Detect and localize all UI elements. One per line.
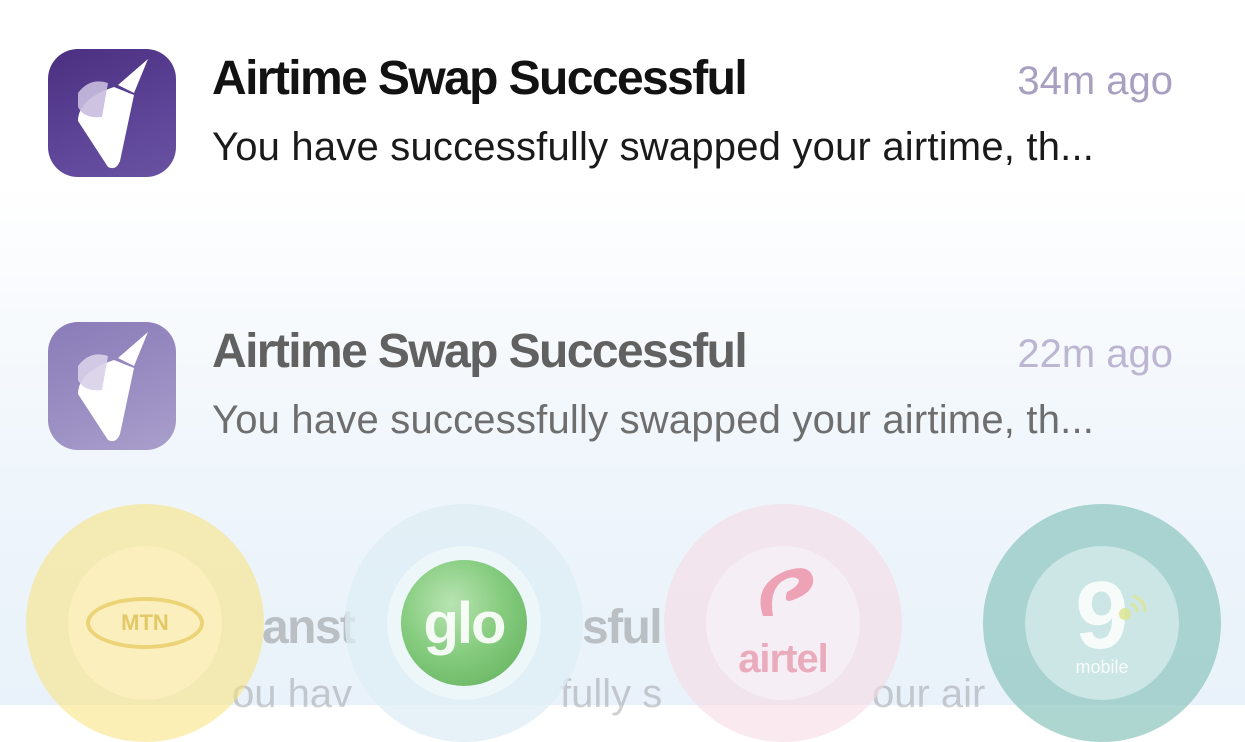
- mtn-logo-text: MTN: [86, 597, 204, 649]
- notification-title: Airtime Swap Successful: [212, 325, 748, 378]
- glo-logo-icon: glo: [387, 546, 541, 700]
- notification-title: Airtime Swap Successful: [212, 52, 748, 105]
- faded-title-fragment: anst: [262, 601, 356, 654]
- notification-body: You have successfully swapped your airti…: [212, 125, 1095, 169]
- 9mobile-logo-icon: 9 mobile: [1025, 546, 1179, 700]
- airtel-swirl-icon: [760, 568, 814, 616]
- notification-card[interactable]: Airtime Swap Successful 34m ago You have…: [0, 49, 1245, 189]
- mtn-logo-icon: MTN: [68, 546, 222, 700]
- faded-title-fragment: sful: [582, 601, 663, 654]
- signal-waves-icon: [1119, 594, 1147, 620]
- notification-card[interactable]: Airtime Swap Successful 22m ago You have…: [0, 322, 1245, 462]
- app-logo-icon: [48, 49, 176, 177]
- airtel-logo-icon: airtel: [706, 546, 860, 700]
- glo-logo-text: glo: [401, 560, 527, 686]
- notification-time: 22m ago: [1017, 332, 1173, 376]
- airtel-logo-text: airtel: [738, 637, 829, 681]
- carrier-glo[interactable]: glo: [345, 504, 583, 742]
- faded-body-fragment: fully s: [560, 672, 663, 716]
- notification-time: 34m ago: [1017, 59, 1173, 103]
- 9mobile-logo-text: mobile: [1075, 657, 1129, 677]
- carrier-9mobile[interactable]: 9 mobile: [983, 504, 1221, 742]
- carrier-airtel[interactable]: airtel: [664, 504, 902, 742]
- carrier-mtn[interactable]: MTN: [26, 504, 264, 742]
- notification-body: You have successfully swapped your airti…: [212, 398, 1095, 442]
- faded-body-fragment: our air: [872, 672, 986, 716]
- app-logo-icon: [48, 322, 176, 450]
